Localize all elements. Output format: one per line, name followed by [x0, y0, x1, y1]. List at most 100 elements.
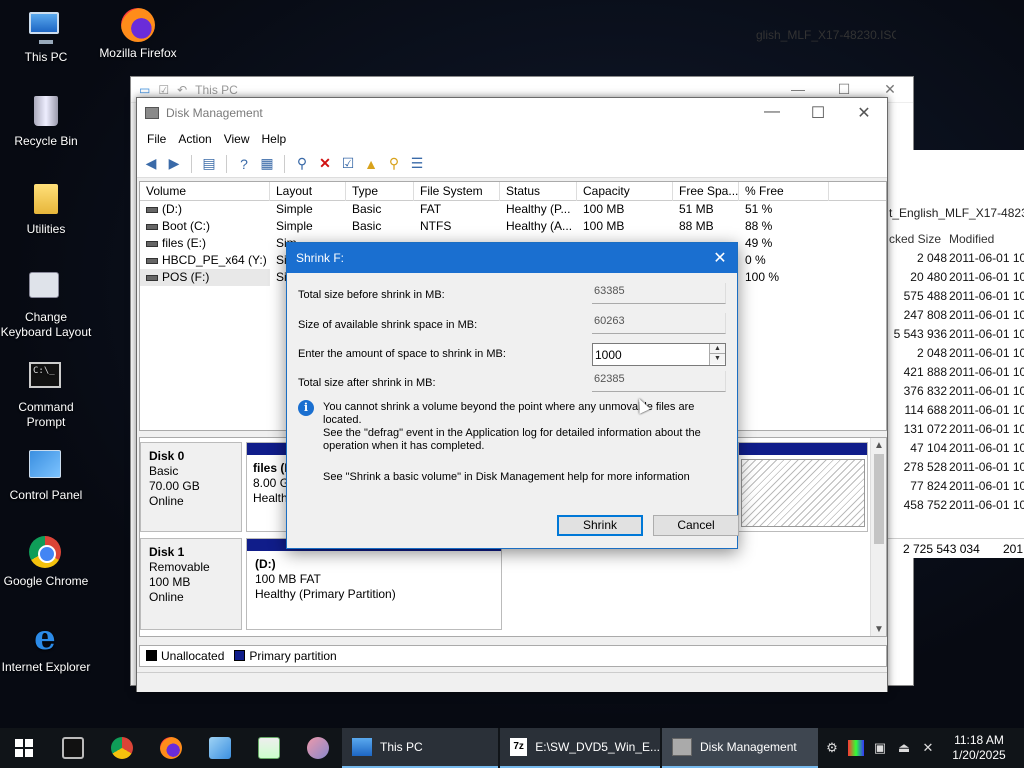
dialog-close-button[interactable]: ✕ — [703, 248, 737, 268]
explorer-file-row[interactable]: 20 480 2011-06-01 10: — [887, 270, 1024, 289]
taskbar-task-7zip[interactable]: 7z E:\SW_DVD5_Win_E... — [500, 728, 660, 768]
disk-1-size: 100 MB — [149, 575, 191, 589]
graph-scrollbar[interactable]: ▲ ▼ — [870, 438, 886, 636]
desktop-icon-control-panel[interactable]: Control Panel — [0, 450, 92, 503]
close-button[interactable]: ✕ — [867, 81, 913, 98]
explorer-file-list[interactable]: t_English_MLF_X17-48230. cked Size Modif… — [886, 150, 1024, 558]
explorer-file-row[interactable]: 47 104 2011-06-01 10: — [887, 441, 1024, 460]
scroll-down-icon[interactable]: ▼ — [871, 622, 886, 636]
explorer-file-row[interactable]: 114 688 2011-06-01 10: — [887, 403, 1024, 422]
taskbar-pin-command-prompt[interactable] — [48, 728, 97, 768]
desktop-icon-internet-explorer[interactable]: e Internet Explorer — [0, 621, 92, 675]
windows-logo-icon — [15, 739, 33, 757]
desktop-icon-firefox[interactable]: Mozilla Firefox — [92, 8, 184, 61]
shrink-amount-input[interactable] — [593, 344, 709, 365]
network-icon[interactable]: ⚙ — [824, 740, 840, 756]
desktop-icon-recycle-bin[interactable]: Recycle Bin — [0, 96, 92, 149]
explorer-file-row[interactable]: 5 543 936 2011-06-01 10: — [887, 327, 1024, 346]
explorer-file-row[interactable]: 376 832 2011-06-01 10: — [887, 384, 1024, 403]
col-volume[interactable]: Volume — [140, 182, 270, 201]
start-button[interactable] — [0, 728, 48, 768]
menu-action[interactable]: Action — [172, 132, 217, 146]
minimize-button[interactable]: — — [775, 81, 821, 98]
col-type[interactable]: Type — [346, 182, 414, 201]
usb-icon[interactable]: ⏏ — [896, 740, 912, 756]
desktop-icon-utilities[interactable]: Utilities — [0, 184, 92, 237]
explorer-file-row[interactable]: 575 488 2011-06-01 10: — [887, 289, 1024, 308]
list-view-icon[interactable]: ☰ — [407, 154, 427, 174]
clock[interactable]: 11:18 AM 1/20/2025 — [944, 733, 1014, 763]
taskbar-pin-spreadsheet[interactable] — [244, 728, 293, 768]
close-button[interactable]: ✕ — [841, 103, 887, 123]
explorer-file-row[interactable]: 247 808 2011-06-01 10: — [887, 308, 1024, 327]
color-icon[interactable] — [848, 740, 864, 756]
dialog-titlebar[interactable]: Shrink F: ✕ — [287, 243, 737, 273]
info-message: You cannot shrink a volume beyond the po… — [323, 401, 701, 452]
disk-1-label[interactable]: Disk 1 Removable 100 MB Online — [140, 538, 242, 630]
taskbar-task-disk-management[interactable]: Disk Management — [662, 728, 818, 768]
shrink-dialog[interactable]: Shrink F: ✕ Total size before shrink in … — [286, 242, 739, 549]
explorer-file-row[interactable]: 278 528 2011-06-01 10: — [887, 460, 1024, 479]
chrome-icon — [29, 536, 63, 570]
delete-icon[interactable]: ✕ — [315, 154, 335, 174]
disk-0-partition-pos[interactable] — [738, 442, 868, 532]
volume-row[interactable]: (D:) Simple Basic FAT Healthy (P... 100 MB 51 … — [140, 201, 886, 218]
volume-muted-icon[interactable]: ✕ — [920, 740, 936, 756]
shrink-button[interactable]: Shrink — [557, 515, 643, 536]
connect-icon[interactable]: ⚲ — [292, 154, 312, 174]
explorer-column-headers[interactable]: cked Size Modified — [887, 230, 1024, 250]
scroll-up-icon[interactable]: ▲ — [871, 438, 886, 454]
col-file-system[interactable]: File System — [414, 182, 500, 201]
desktop-icon-keyboard-layout[interactable]: Change Keyboard Layout — [0, 272, 92, 340]
back-arrow-icon[interactable]: ◀ — [141, 154, 161, 174]
desktop-icon-chrome[interactable]: Google Chrome — [0, 536, 92, 589]
taskbar-pin-chrome[interactable] — [97, 728, 146, 768]
available-label: Size of available shrink space in MB: — [298, 319, 478, 331]
check-icon[interactable]: ☑ — [338, 154, 358, 174]
col-free-space[interactable]: Free Spa... — [673, 182, 739, 201]
col-layout[interactable]: Layout — [270, 182, 346, 201]
maximize-button[interactable]: ☐ — [795, 103, 841, 123]
explorer-file-row[interactable]: 2 048 2011-06-01 10: — [887, 346, 1024, 365]
desktop-icon-this-pc[interactable]: This PC — [0, 8, 92, 65]
column-modified[interactable]: Modified — [949, 232, 994, 246]
minimize-button[interactable]: — — [749, 103, 795, 123]
shrink-amount-stepper[interactable]: ▲ ▼ — [592, 343, 726, 366]
taskbar-task-this-pc[interactable]: This PC — [342, 728, 498, 768]
desktop-icon-command-prompt[interactable]: C:\_ Command Prompt — [0, 362, 92, 430]
col-status[interactable]: Status — [500, 182, 577, 201]
help-message[interactable]: See "Shrink a basic volume" in Disk Mana… — [323, 471, 690, 483]
col-capacity[interactable]: Capacity — [577, 182, 673, 201]
display-icon[interactable]: ▣ — [872, 740, 888, 756]
volume-name: POS (F:) — [162, 270, 210, 284]
cancel-button[interactable]: Cancel — [653, 515, 739, 536]
disk-1-partition-d[interactable]: (D:) 100 MB FAT Healthy (Primary Partiti… — [246, 538, 502, 630]
spin-up-icon[interactable]: ▲ — [710, 344, 725, 354]
col-percent-free[interactable]: % Free — [739, 182, 829, 201]
explorer-file-row[interactable]: 77 824 2011-06-01 10: — [887, 479, 1024, 498]
spin-down-icon[interactable]: ▼ — [710, 354, 725, 364]
explorer-file-row[interactable]: 2 048 2011-06-01 10: — [887, 251, 1024, 270]
search-icon[interactable]: ⚲ — [384, 154, 404, 174]
taskbar-pin-tool[interactable] — [293, 728, 342, 768]
scroll-thumb[interactable] — [874, 454, 884, 544]
console-tree-icon[interactable]: ▤ — [199, 154, 219, 174]
taskbar-pin-notepad[interactable] — [195, 728, 244, 768]
column-packed-size[interactable]: cked Size — [889, 232, 941, 246]
menu-help[interactable]: Help — [256, 132, 293, 146]
taskbar-pin-firefox[interactable] — [146, 728, 195, 768]
properties-icon[interactable]: ▦ — [257, 154, 277, 174]
explorer-file-row[interactable]: 458 752 2011-06-01 10: — [887, 498, 1024, 517]
help-icon[interactable]: ? — [234, 154, 254, 174]
explorer-file-row[interactable]: 131 072 2011-06-01 10: — [887, 422, 1024, 441]
explorer-file-row[interactable]: 421 888 2011-06-01 10: — [887, 365, 1024, 384]
maximize-button[interactable]: ☐ — [821, 81, 867, 98]
volume-row[interactable]: Boot (C:) Simple Basic NTFS Healthy (A... 100… — [140, 218, 886, 235]
menu-view[interactable]: View — [218, 132, 256, 146]
menu-file[interactable]: File — [141, 132, 172, 146]
dm-titlebar[interactable]: Disk Management — ☐ ✕ — [137, 98, 887, 128]
disk-0-label[interactable]: Disk 0 Basic 70.00 GB Online — [140, 442, 242, 532]
folder-up-icon[interactable]: ▲ — [361, 154, 381, 174]
forward-arrow-icon[interactable]: ▶ — [164, 154, 184, 174]
explorer-address-fragment[interactable]: glish_MLF_X17-48230.ISO\s — [756, 28, 896, 42]
